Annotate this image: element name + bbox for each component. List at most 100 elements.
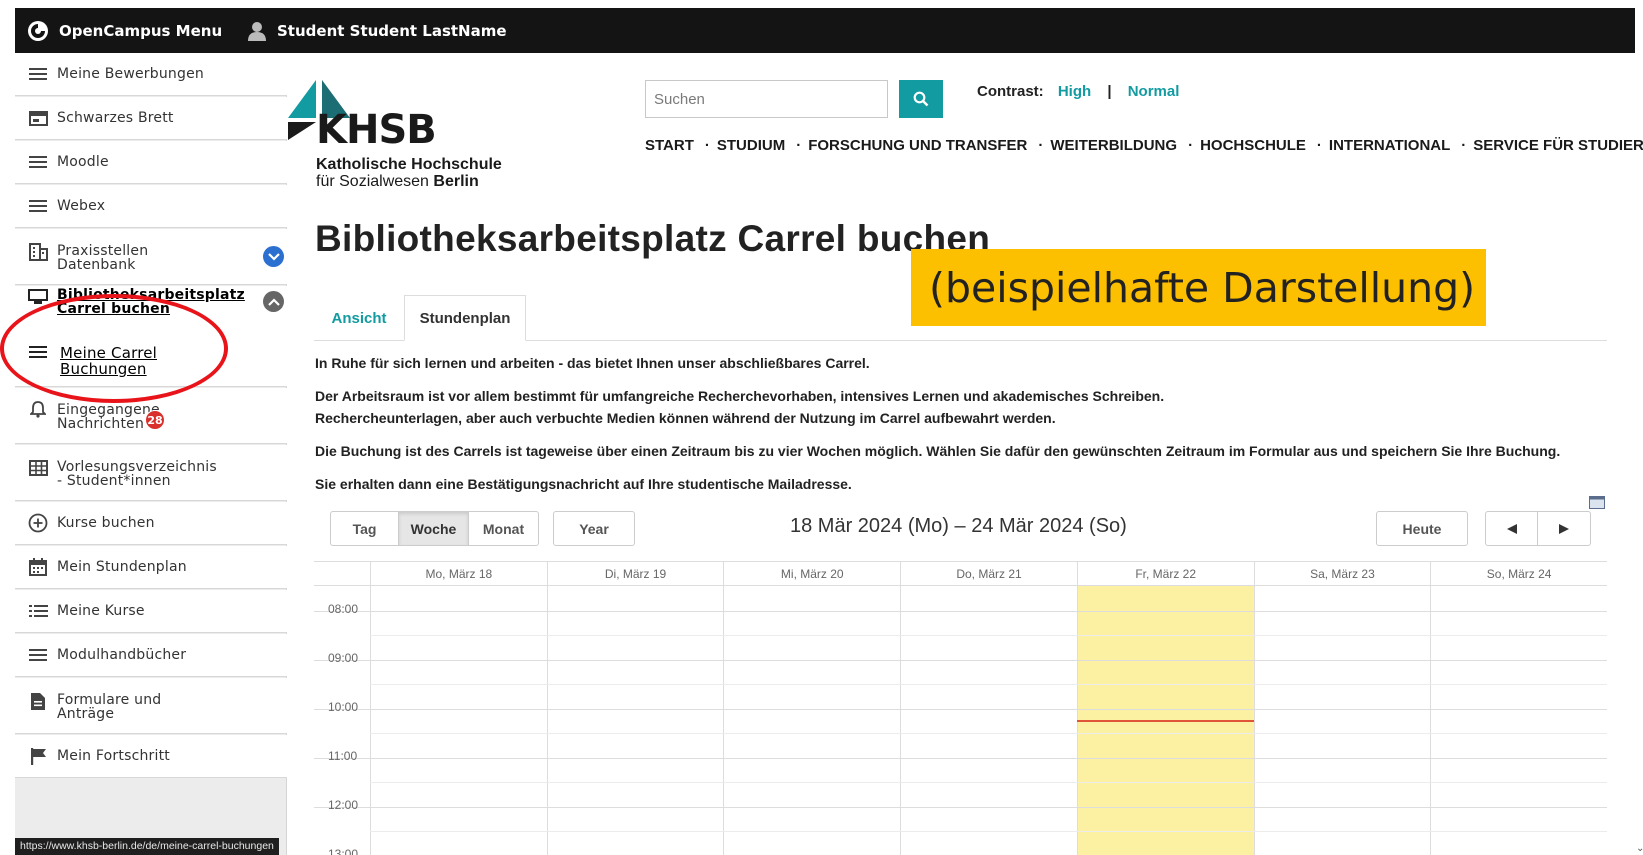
- day-column-header[interactable]: So, März 24: [1430, 562, 1607, 586]
- calendar-nav-group: [1485, 511, 1591, 546]
- user-name: Student Student LastName: [277, 21, 507, 40]
- sidebar-item-carrel-buchen[interactable]: Bibliotheksarbeitsplatz Carrel buchen: [15, 286, 287, 336]
- top-bar: OpenCampus Menu Student Student LastName: [15, 8, 1635, 53]
- booking-info-paragraph: Die Buchung ist des Carrels ist tageweis…: [315, 443, 1561, 459]
- logo-subtitle: Katholische Hochschule: [316, 156, 502, 173]
- day-column[interactable]: [370, 586, 547, 855]
- day-column-header[interactable]: Mo, März 18: [370, 562, 547, 586]
- sidebar-item-mein-fortschritt[interactable]: Mein Fortschritt: [15, 735, 287, 778]
- contrast-switcher: Contrast: High | Normal: [977, 83, 1179, 100]
- sidebar-item-label: Modulhandbücher: [57, 647, 187, 663]
- view-week-button[interactable]: Woche: [399, 512, 469, 545]
- half-hour-line: [370, 831, 1607, 832]
- document-icon: [27, 690, 49, 712]
- sidebar-item-label: Formulare und Anträge: [57, 692, 162, 722]
- contrast-normal-link[interactable]: Normal: [1128, 83, 1180, 100]
- nav-studium[interactable]: STUDIUM: [717, 137, 785, 154]
- example-banner: (beispielhafte Darstellung): [911, 249, 1486, 326]
- half-hour-line: [370, 782, 1607, 783]
- nav-service[interactable]: SERVICE FÜR STUDIERENDE: [1473, 137, 1643, 154]
- time-label: 09:00: [328, 651, 359, 665]
- day-column[interactable]: [723, 586, 900, 855]
- chevron-down-icon[interactable]: [263, 246, 284, 267]
- sidebar-item-meine-kurse[interactable]: Meine Kurse: [15, 590, 287, 633]
- menu-icon: [27, 644, 49, 666]
- description-line-2: Rechercheunterlagen, aber auch verbuchte…: [315, 410, 1056, 426]
- day-column-header[interactable]: Mi, März 20: [723, 562, 900, 586]
- grid-icon: [27, 457, 49, 479]
- day-column[interactable]: [900, 586, 1077, 855]
- half-hour-line: [370, 635, 1607, 636]
- confirmation-paragraph: Sie erhalten dann eine Bestätigungsnachr…: [315, 476, 852, 492]
- sidebar-item-mein-stundenplan[interactable]: Mein Stundenplan: [15, 546, 287, 589]
- sidebar-item-label: Mein Fortschritt: [57, 748, 170, 764]
- plus-circle-icon: [27, 512, 49, 534]
- nav-separator: ·: [1461, 137, 1467, 154]
- nav-separator: ·: [1188, 137, 1194, 154]
- nav-weiterbildung[interactable]: WEITERBILDUNG: [1050, 137, 1177, 154]
- view-year-button[interactable]: Year: [554, 512, 634, 545]
- nav-forschung[interactable]: FORSCHUNG UND TRANSFER: [808, 137, 1027, 154]
- message-count-badge: 28: [145, 410, 165, 430]
- triangle-left-icon: [1506, 523, 1517, 534]
- tab-ansicht[interactable]: Ansicht: [314, 295, 404, 341]
- day-column-header[interactable]: Do, März 21: [900, 562, 1077, 586]
- nav-international[interactable]: INTERNATIONAL: [1329, 137, 1450, 154]
- sidebar-item-meine-carrel-buchungen[interactable]: Meine Carrel Buchungen: [15, 336, 287, 387]
- sidebar-item-webex[interactable]: Webex: [15, 185, 287, 228]
- view-month-button[interactable]: Monat: [469, 512, 538, 545]
- calendar-icon: [27, 556, 49, 578]
- tab-stundenplan[interactable]: Stundenplan: [404, 295, 526, 341]
- next-week-button[interactable]: [1538, 512, 1590, 545]
- sidebar-item-moodle[interactable]: Moodle: [15, 141, 287, 184]
- sidebar: Meine Bewerbungen Schwarzes Brett Moodle…: [15, 53, 287, 855]
- description-line-1: Der Arbeitsraum ist vor allem bestimmt f…: [315, 388, 1165, 404]
- view-day-button[interactable]: Tag: [331, 512, 399, 545]
- page-title: Bibliotheksarbeitsplatz Carrel buchen: [315, 218, 991, 259]
- day-column-header[interactable]: Di, März 19: [546, 562, 724, 586]
- day-column-header[interactable]: Sa, März 23: [1253, 562, 1431, 586]
- opencampus-menu-button[interactable]: OpenCampus Menu: [27, 8, 222, 53]
- sidebar-item-eingegangene-nachrichten[interactable]: Eingegangene Nachrichten 28: [15, 388, 287, 444]
- nav-hochschule[interactable]: HOCHSCHULE: [1200, 137, 1306, 154]
- sidebar-item-label: Schwarzes Brett: [57, 110, 174, 126]
- day-column[interactable]: [1430, 586, 1607, 855]
- hour-line: [314, 708, 1607, 710]
- prev-week-button[interactable]: [1486, 512, 1538, 545]
- time-label: 08:00: [328, 602, 359, 616]
- chevron-up-icon[interactable]: [263, 291, 284, 312]
- sidebar-item-label: Meine Kurse: [57, 603, 145, 619]
- board-icon: [27, 107, 49, 129]
- day-column[interactable]: [546, 586, 724, 855]
- calendar-view-switcher: Tag Woche Monat: [330, 511, 539, 546]
- sidebar-item-schwarzes-brett[interactable]: Schwarzes Brett: [15, 97, 287, 140]
- scrollbar-down-arrow[interactable]: ⌄: [1636, 843, 1643, 854]
- calendar-year-group: Year: [553, 511, 635, 546]
- search-button[interactable]: [899, 80, 943, 118]
- contrast-label: Contrast:: [977, 83, 1044, 100]
- user-menu-button[interactable]: Student Student LastName: [247, 8, 507, 53]
- sidebar-item-praxisstellen-datenbank[interactable]: Praxisstellen Datenbank: [15, 229, 287, 285]
- sidebar-item-meine-bewerbungen[interactable]: Meine Bewerbungen: [15, 53, 287, 96]
- contrast-high-link[interactable]: High: [1058, 83, 1091, 100]
- hour-line: [314, 610, 1607, 612]
- sidebar-item-vorlesungsverzeichnis[interactable]: Vorlesungsverzeichnis - Student*innen: [15, 445, 287, 501]
- khsb-logo[interactable]: KHSB Katholische Hochschule für Sozialwe…: [288, 80, 518, 190]
- main-navigation: START · STUDIUM · FORSCHUNG UND TRANSFER…: [645, 137, 1643, 154]
- intro-paragraph: In Ruhe für sich lernen und arbeiten - d…: [315, 355, 870, 371]
- logo-subtitle-city: Berlin: [433, 173, 479, 190]
- sidebar-item-label: Vorlesungsverzeichnis - Student*innen: [57, 459, 217, 489]
- sidebar-item-kurse-buchen[interactable]: Kurse buchen: [15, 502, 287, 545]
- search-input[interactable]: [645, 80, 888, 118]
- nav-start[interactable]: START: [645, 137, 694, 154]
- day-column-header[interactable]: Fr, März 22: [1076, 562, 1254, 586]
- nav-separator: ·: [704, 137, 710, 154]
- sidebar-item-formulare-antraege[interactable]: Formulare und Anträge: [15, 678, 287, 734]
- day-column[interactable]: [1253, 586, 1431, 855]
- contrast-separator: |: [1107, 83, 1112, 100]
- week-calendar-grid: Mo, März 18 Di, März 19 Mi, März 20 Do, Mär…: [314, 561, 1607, 855]
- small-calendar-icon[interactable]: [1589, 496, 1605, 509]
- today-button[interactable]: Heute: [1377, 512, 1467, 545]
- sidebar-item-modulhandbuecher[interactable]: Modulhandbücher: [15, 634, 287, 677]
- building-icon: [27, 241, 49, 263]
